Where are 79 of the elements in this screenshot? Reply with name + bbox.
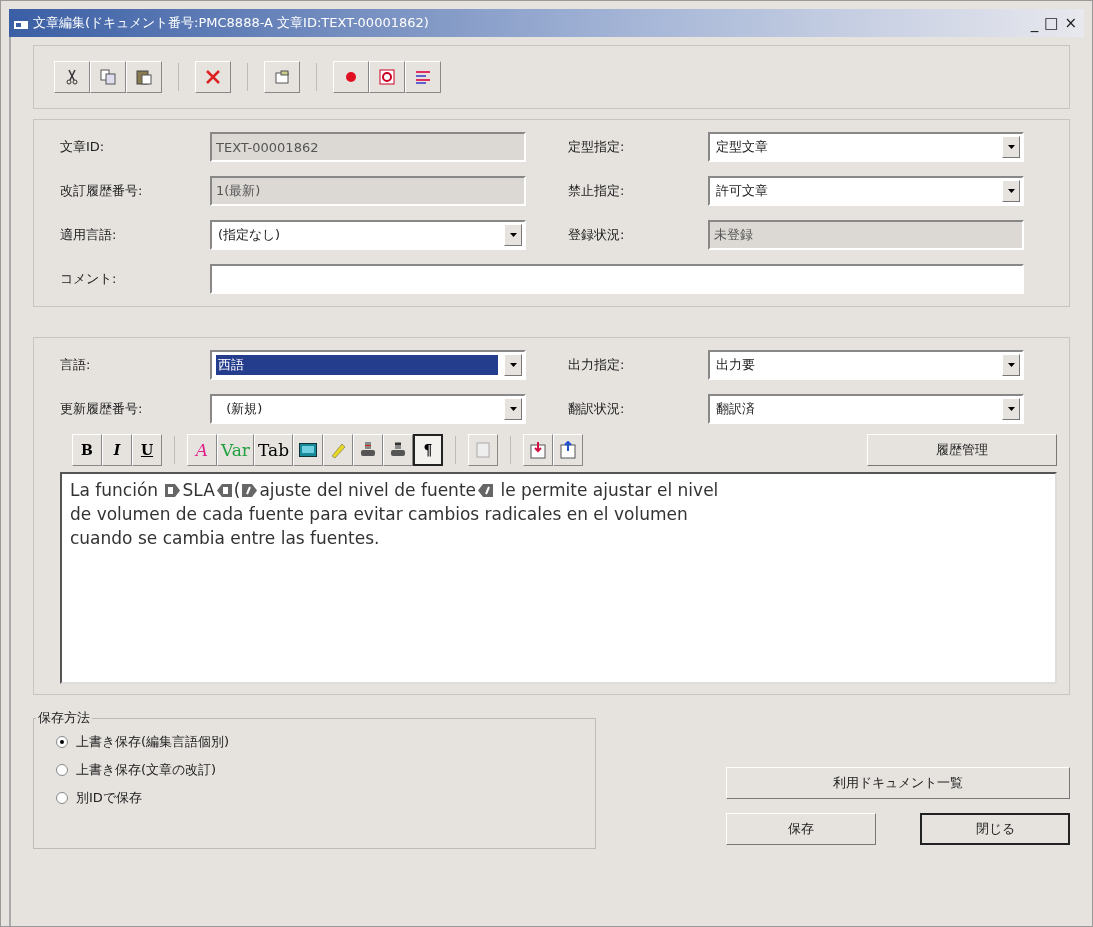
radio-option[interactable]: 別IDで保存	[56, 789, 574, 807]
italic-tag-icon	[477, 482, 494, 498]
radio-option[interactable]: 上書き保存(文章の改訂)	[56, 761, 574, 779]
format-button[interactable]: U	[132, 434, 162, 466]
field-label: 翻訳状況:	[568, 400, 626, 418]
radio-option[interactable]: 上書き保存(編集言語個別)	[56, 733, 574, 751]
editor-text: cuando se cambia entre las fuentes.	[70, 527, 380, 550]
field-label: 禁止指定:	[568, 182, 626, 200]
group-title: 保存方法	[37, 709, 91, 727]
dropdown[interactable]: 出力要	[708, 350, 1024, 380]
editor-text: ajuste del nivel de fuente	[259, 479, 476, 502]
bold-tag-icon	[164, 482, 182, 498]
export-button[interactable]	[553, 434, 584, 466]
editor-text: SLA	[182, 479, 215, 502]
window-title: 文章編集(ドキュメント番号:PMC8888-A 文章ID:TEXT-00001862)	[33, 14, 429, 32]
cut-button[interactable]	[54, 61, 90, 93]
document-icon	[476, 442, 491, 458]
dropdown[interactable]: 西語	[210, 350, 526, 380]
properties-button[interactable]	[264, 61, 300, 93]
field-label: 更新履歴番号:	[60, 400, 144, 418]
image-button[interactable]	[369, 61, 405, 93]
editor-text: La función	[70, 479, 160, 502]
field-label: 出力指定:	[568, 356, 626, 374]
close-icon	[205, 69, 221, 85]
picture-icon	[299, 443, 318, 457]
picture-frame-icon	[379, 69, 395, 85]
italic-tag-icon	[241, 482, 259, 498]
record-icon	[345, 71, 357, 83]
stamp-icon	[360, 441, 377, 459]
dropdown[interactable]: 定型文章	[708, 132, 1024, 162]
window-control-button[interactable]: _	[1027, 14, 1042, 32]
stamp-icon	[390, 441, 407, 459]
readonly-field: 未登録	[708, 220, 1024, 250]
document-button[interactable]	[468, 434, 499, 466]
field-label: 登録状況:	[568, 226, 626, 244]
readonly-field: TEXT-00001862	[210, 132, 526, 162]
copy-icon	[100, 69, 116, 85]
history-button[interactable]: 履歴管理	[867, 434, 1057, 466]
format-button[interactable]: B	[72, 434, 102, 466]
field-label: 適用言語:	[60, 226, 118, 244]
comment-field[interactable]	[210, 264, 1024, 294]
paste-button[interactable]	[126, 61, 162, 93]
lines-icon	[415, 69, 431, 85]
pilcrow-button[interactable]: ¶	[413, 434, 444, 466]
close-button[interactable]: 閉じる	[920, 813, 1070, 845]
field-label: 定型指定:	[568, 138, 626, 156]
dropdown[interactable]: (指定なし)	[210, 220, 526, 250]
window-control-button[interactable]: ×	[1061, 14, 1080, 32]
field-label: コメント:	[60, 270, 118, 288]
editor-text: de volumen de cada fuente para evitar cambios radicales en el volumen	[70, 503, 688, 526]
bold-tag-icon	[215, 482, 233, 498]
field-label: 文章ID:	[60, 138, 106, 156]
record-button[interactable]	[333, 61, 369, 93]
app-icon	[13, 15, 29, 31]
editor-text: (	[233, 479, 241, 502]
dropdown[interactable]: (新規)	[210, 394, 526, 424]
delete-button[interactable]	[195, 61, 231, 93]
dropdown[interactable]: 許可文章	[708, 176, 1024, 206]
stamp-button[interactable]	[383, 434, 414, 466]
clipboard-icon	[136, 69, 152, 85]
readonly-field: 1(最新)	[210, 176, 526, 206]
dropdown[interactable]: 翻訳済	[708, 394, 1024, 424]
field-label: 改訂履歴番号:	[60, 182, 144, 200]
editor-text: le permite ajustar el nivel	[499, 479, 719, 502]
image-button[interactable]	[293, 434, 324, 466]
editor-field[interactable]: La función SLA ( ajuste del nivel de fuente le permite ajustar el nivel de volumen de cada fuente para evitar cambios radicales en el volumen cuando se cambia entre las fuentes.	[60, 472, 1057, 684]
window-control-button[interactable]: □	[1041, 14, 1062, 32]
field-label: 言語:	[60, 356, 92, 374]
list-button[interactable]	[405, 61, 441, 93]
stamp-button[interactable]	[353, 434, 384, 466]
format-button[interactable]: I	[102, 434, 132, 466]
save-button[interactable]: 保存	[726, 813, 877, 845]
insert-button[interactable]: Tab	[254, 434, 294, 466]
import-button[interactable]	[523, 434, 554, 466]
copy-button[interactable]	[90, 61, 126, 93]
window-icon	[274, 69, 290, 85]
scissors-icon	[64, 69, 80, 85]
marker-icon	[329, 441, 348, 459]
document-list-button[interactable]: 利用ドキュメント一覧	[726, 767, 1070, 799]
